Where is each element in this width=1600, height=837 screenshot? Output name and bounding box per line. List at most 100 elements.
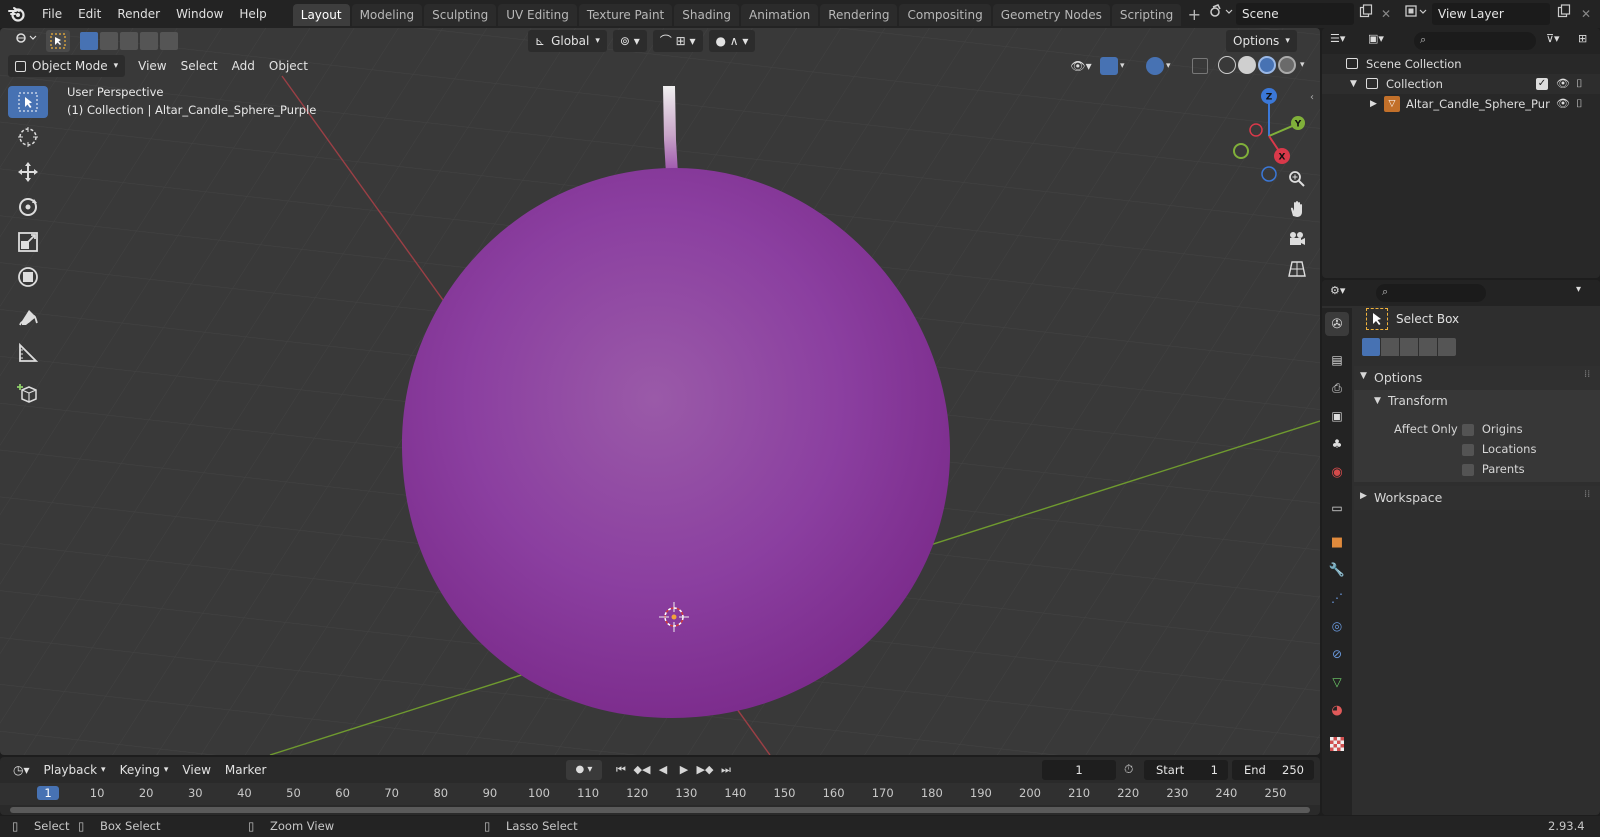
menu-render[interactable]: Render (109, 0, 168, 28)
menu-view[interactable]: View (131, 55, 173, 77)
outliner-row-scene-collection[interactable]: Scene Collection (1322, 54, 1600, 74)
editor-type-button[interactable]: ⚙▾ (1330, 284, 1360, 302)
expand-arrow-icon[interactable]: ▶ (1370, 94, 1377, 114)
options-panel-header[interactable]: ▼ Options ⁞⁞ (1354, 366, 1600, 390)
exclude-checkbox[interactable]: ✓ (1536, 78, 1548, 90)
jump-start-icon[interactable]: ⏮ (612, 760, 630, 780)
modifier-properties-tab[interactable]: 🔧 (1325, 558, 1349, 582)
camera-icon[interactable]: ⌷ (1576, 94, 1583, 114)
mode-intersect-icon[interactable] (160, 32, 178, 50)
new-scene-icon[interactable] (1356, 4, 1376, 24)
mode-extend-icon[interactable] (100, 32, 118, 50)
filter-icon[interactable]: ⊽▾ (1546, 32, 1574, 50)
drag-handle-icon[interactable]: ⁞⁞ (1584, 369, 1590, 380)
mode-subtract-icon[interactable] (1400, 338, 1418, 356)
current-frame-field[interactable]: 1 (1042, 760, 1116, 780)
delete-scene-icon[interactable]: ✕ (1376, 4, 1396, 24)
menu-file[interactable]: File (34, 0, 70, 28)
locations-checkbox-row[interactable]: Locations (1462, 442, 1536, 456)
tab-animation[interactable]: Animation (741, 4, 819, 26)
mode-difference-icon[interactable] (1419, 338, 1437, 356)
object-mode-dropdown[interactable]: Object Mode ▾ (8, 55, 126, 77)
snap-toggle[interactable]: ⌒ ⊞ ▾ (652, 30, 703, 52)
rendered-shading-icon[interactable] (1278, 56, 1296, 74)
mode-new-icon[interactable] (80, 32, 98, 50)
eye-icon[interactable]: 👁 (1556, 74, 1570, 94)
data-properties-tab[interactable]: ▽ (1325, 670, 1349, 694)
camera-icon[interactable]: ⌷ (1576, 74, 1583, 94)
tab-shading[interactable]: Shading (674, 4, 739, 26)
outliner-search-input[interactable]: ⌕ (1414, 32, 1536, 50)
new-view-layer-icon[interactable] (1554, 4, 1574, 24)
scale-tool[interactable] (8, 226, 48, 258)
menu-window[interactable]: Window (168, 0, 231, 28)
blender-logo-icon[interactable] (0, 0, 34, 28)
solid-shading-icon[interactable] (1238, 56, 1256, 74)
transform-orientation-dropdown[interactable]: ⊾ Global ▾ (528, 30, 607, 52)
expand-arrow-icon[interactable]: ▼ (1350, 74, 1357, 94)
zoom-icon[interactable] (1284, 166, 1310, 192)
tab-scripting[interactable]: Scripting (1111, 4, 1182, 26)
tab-texture-paint[interactable]: Texture Paint (578, 4, 673, 26)
material-properties-tab[interactable]: ◕ (1325, 698, 1349, 722)
tool-properties-tab[interactable]: ✇ (1325, 312, 1349, 336)
menu-help[interactable]: Help (231, 0, 274, 28)
play-reverse-icon[interactable]: ◀ (654, 760, 672, 780)
menu-select[interactable]: Select (174, 55, 225, 77)
view-layer-browse-icon[interactable] (1402, 4, 1432, 24)
scene-properties-tab[interactable]: ♣ (1325, 432, 1349, 456)
editor-type-button[interactable]: ☰▾ (1330, 32, 1360, 50)
new-collection-icon[interactable]: ⊞ (1578, 32, 1596, 50)
wireframe-shading-icon[interactable] (1218, 56, 1236, 74)
texture-properties-tab[interactable] (1325, 732, 1349, 756)
transform-tool[interactable] (8, 261, 48, 293)
pan-hand-icon[interactable] (1284, 196, 1310, 222)
xray-toggle[interactable] (1192, 58, 1208, 74)
view-layer-name-field[interactable]: View Layer (1432, 3, 1550, 25)
visibility-dropdown[interactable]: 👁▾ (1066, 56, 1096, 76)
world-properties-tab[interactable]: ◉ (1325, 460, 1349, 484)
camera-view-icon[interactable] (1284, 226, 1310, 252)
view-layer-properties-tab[interactable]: ▣ (1325, 404, 1349, 428)
frame-ruler[interactable]: 1 10 20 30 40 50 60 70 80 90 100 110 120 130 140 150 160… (0, 783, 1320, 805)
playback-menu[interactable]: Playback ▾ (37, 759, 113, 781)
select-tool-icon[interactable] (46, 30, 70, 52)
select-box-tool[interactable] (8, 86, 48, 118)
properties-search-input[interactable]: ⌕ (1376, 284, 1486, 302)
jump-keyframe-forward-icon[interactable]: ▶◆ (696, 760, 714, 780)
annotate-tool[interactable] (8, 302, 48, 334)
mode-subtract-icon[interactable] (120, 32, 138, 50)
physics-properties-tab[interactable]: ◎ (1325, 614, 1349, 638)
add-workspace-button[interactable]: + (1183, 4, 1205, 26)
drag-handle-icon[interactable]: ⁞⁞ (1584, 489, 1590, 500)
perspective-grid-icon[interactable] (1284, 256, 1310, 282)
tab-layout[interactable]: Layout (292, 4, 350, 26)
material-shading-icon[interactable] (1258, 56, 1276, 74)
origins-checkbox-row[interactable]: Origins (1462, 422, 1523, 436)
chevron-down-icon[interactable]: ▾ (1300, 60, 1305, 70)
origins-checkbox[interactable] (1462, 423, 1474, 436)
parents-checkbox-row[interactable]: Parents (1462, 462, 1525, 476)
move-tool[interactable] (8, 156, 48, 188)
3d-viewport[interactable]: Z Y X ⊾ Global ▾ ⊚ ▾ ⌒ ⊞ ▾ ● ∧ ▾ Options… (0, 28, 1320, 755)
jump-end-icon[interactable]: ⏭ (717, 760, 735, 780)
menu-object[interactable]: Object (262, 55, 315, 77)
eye-icon[interactable]: 👁 (1556, 94, 1570, 114)
options-dropdown[interactable]: Options ▾ (1226, 30, 1297, 52)
mode-extend-icon[interactable] (1381, 338, 1399, 356)
tab-compositing[interactable]: Compositing (899, 4, 991, 26)
particles-properties-tab[interactable]: ⋰ (1325, 586, 1349, 610)
measure-tool[interactable] (8, 337, 48, 369)
collection-properties-tab[interactable]: ▭ (1325, 496, 1349, 520)
start-frame-field[interactable]: Start 1 (1144, 760, 1228, 780)
mode-set-icon[interactable] (1362, 338, 1380, 356)
locations-checkbox[interactable] (1462, 443, 1474, 456)
auto-keying-toggle[interactable]: ● ▾ (566, 760, 602, 780)
cursor-tool[interactable] (8, 121, 48, 153)
constraints-properties-tab[interactable]: ⊘ (1325, 642, 1349, 666)
editor-type-button[interactable] (8, 30, 40, 52)
tab-rendering[interactable]: Rendering (820, 4, 898, 26)
overlay-toggle[interactable]: ▾ (1146, 56, 1182, 76)
tab-modeling[interactable]: Modeling (351, 4, 423, 26)
jump-keyframe-back-icon[interactable]: ◆◀ (633, 760, 651, 780)
